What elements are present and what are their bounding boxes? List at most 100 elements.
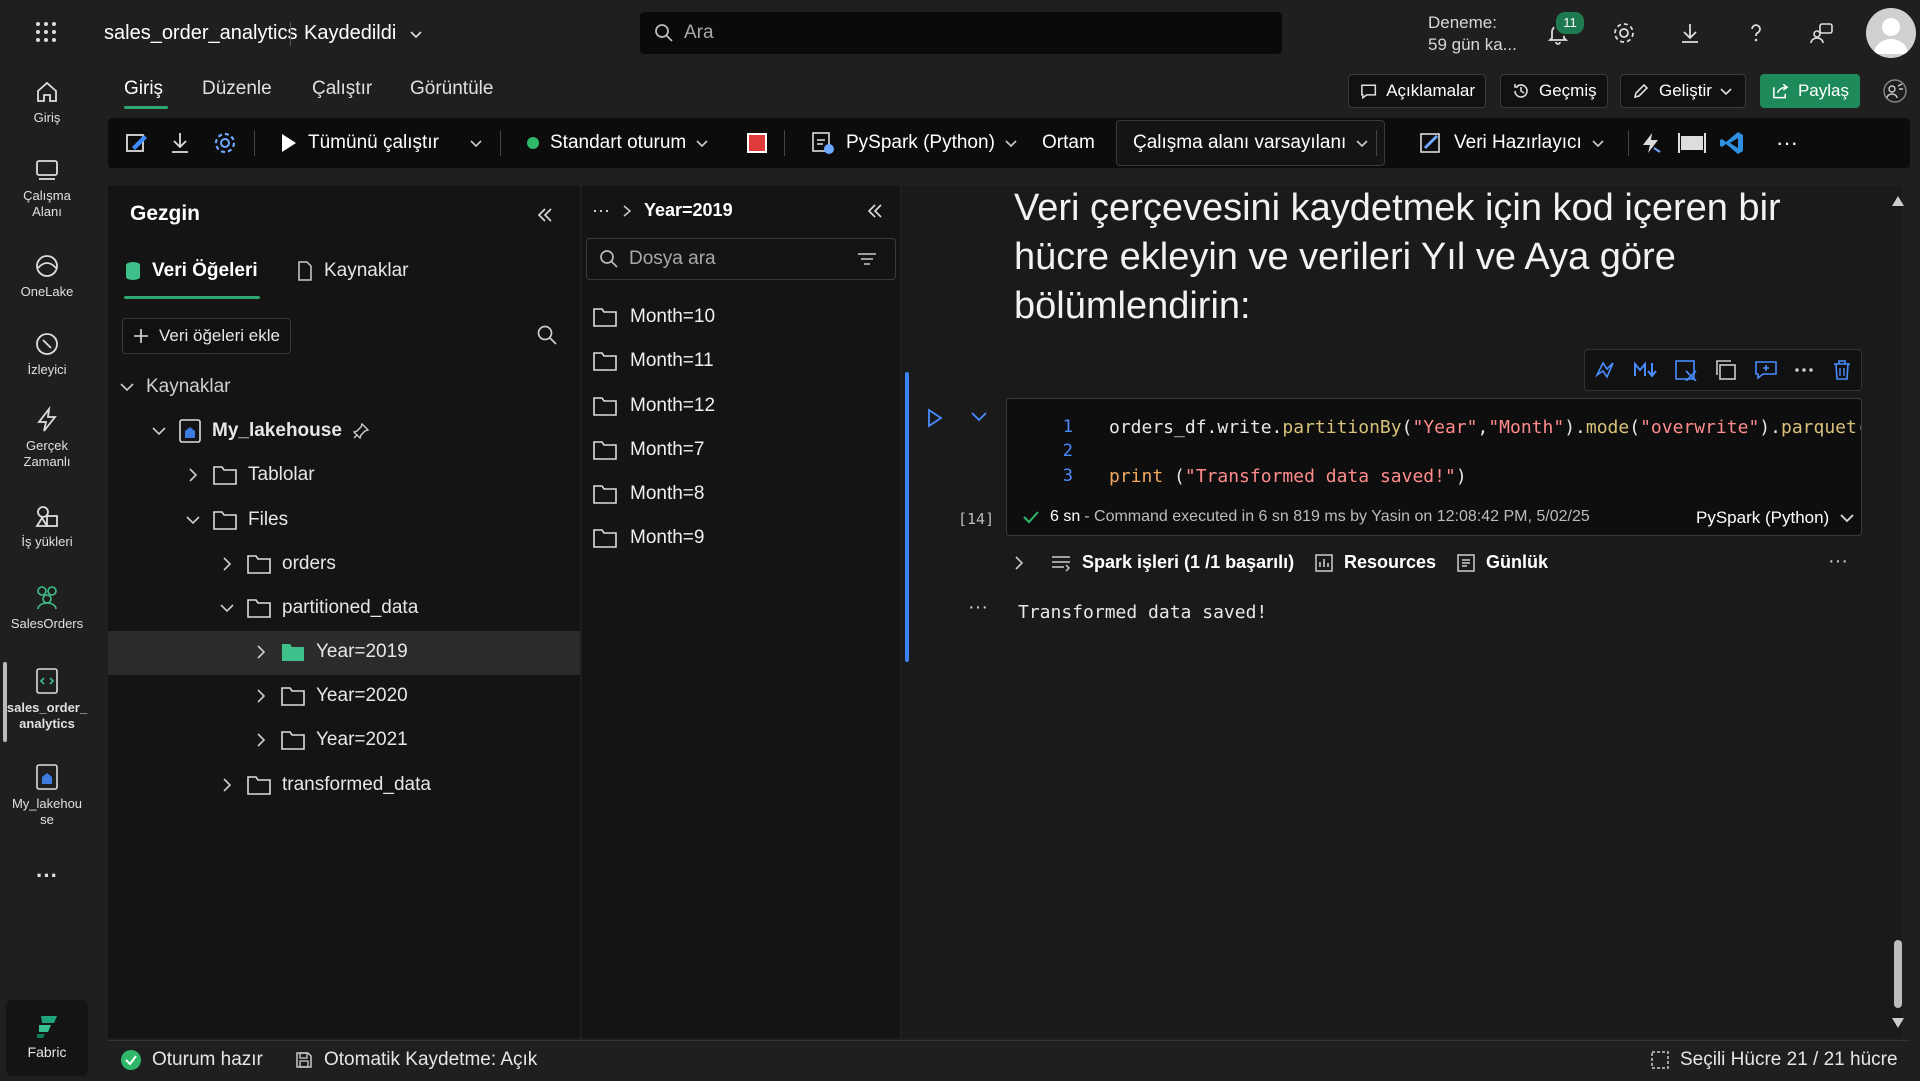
tree-orders[interactable]: orders (218, 553, 336, 575)
line-number: 2 (1062, 441, 1073, 461)
tree-transformed-data[interactable]: transformed_data (218, 774, 431, 796)
tree-my-lakehouse[interactable]: My_lakehouse (150, 418, 370, 444)
download-icon[interactable] (168, 118, 192, 168)
add-comment-icon[interactable] (1754, 359, 1778, 381)
tree-year-2019[interactable]: Year=2019 (252, 641, 408, 663)
run-options-chevron-icon[interactable] (970, 410, 988, 424)
markdown-icon[interactable] (1633, 359, 1659, 381)
user-avatar[interactable] (1866, 8, 1916, 58)
develop-button[interactable]: Geliştir (1620, 74, 1746, 108)
run-cell-button[interactable] (926, 408, 944, 428)
app-launcher-icon[interactable] (34, 20, 58, 44)
help-icon[interactable] (1742, 19, 1770, 47)
add-data-items-button[interactable]: Veri öğeleri ekle (122, 318, 291, 354)
log-tab[interactable]: Günlük (1456, 552, 1548, 573)
rail-workspace[interactable]: Çalışma Alanı (0, 156, 94, 220)
breadcrumb-current[interactable]: Year=2019 (644, 200, 733, 221)
pin-icon[interactable] (352, 422, 370, 440)
session-dropdown[interactable]: Standart oturum (526, 118, 708, 168)
tree-year-2021[interactable]: Year=2021 (252, 729, 408, 751)
tree-year-2020[interactable]: Year=2020 (252, 685, 408, 707)
comments-button[interactable]: Açıklamalar (1348, 74, 1486, 108)
file-search-input[interactable]: Dosya ara (586, 238, 896, 280)
output-more-button[interactable]: ··· (1828, 550, 1848, 573)
tree-partitioned-data[interactable]: partitioned_data (218, 597, 418, 619)
copilot-icon[interactable] (1882, 78, 1908, 104)
save-state-dropdown[interactable]: Kaydedildi (304, 22, 422, 45)
folder-month-9[interactable]: Month=9 (592, 527, 704, 549)
autosave-status[interactable]: Otomatik Kaydetme: Açık (294, 1049, 537, 1071)
rail-salesorders[interactable]: SalesOrders (0, 582, 94, 632)
stop-session-button[interactable] (746, 118, 768, 168)
feedback-icon[interactable] (1808, 19, 1836, 47)
notebook-title[interactable]: sales_order_analytics (104, 22, 297, 45)
rail-onelake[interactable]: OneLake (0, 252, 94, 300)
run-all-dropdown[interactable] (470, 118, 482, 168)
tab-data-items-label: Veri Öğeleri (152, 260, 258, 281)
copy-icon[interactable] (1714, 359, 1738, 381)
section-resources[interactable]: Kaynaklar (118, 376, 231, 398)
data-wrangler-dropdown[interactable]: Veri Hazırlayıcı (1418, 118, 1604, 168)
run-all-button[interactable]: Tümünü çalıştır (280, 118, 439, 168)
tree-files[interactable]: Files (184, 509, 288, 531)
chevron-right-icon (257, 689, 266, 703)
copilot-lightning-icon[interactable] (1638, 118, 1664, 168)
notebook-scrollbar[interactable] (1890, 186, 1906, 1038)
workspace-people-icon (37, 586, 57, 610)
collapse-file-pane-icon[interactable] (866, 202, 884, 220)
global-search[interactable]: Ara (640, 12, 1282, 54)
resources-tab[interactable]: Resources (1314, 552, 1436, 573)
search-icon[interactable] (536, 324, 558, 346)
tab-view[interactable]: Görüntüle (410, 78, 493, 100)
chevron-down-icon (220, 604, 234, 613)
cell-language-dropdown[interactable]: PySpark (Python) (1696, 508, 1855, 528)
rail-realtime[interactable]: Gerçek Zamanlı (0, 406, 94, 470)
clear-output-icon[interactable] (1674, 359, 1698, 381)
filter-icon[interactable] (857, 251, 877, 267)
breadcrumb-more-button[interactable]: ··· (592, 200, 610, 221)
tab-edit[interactable]: Düzenle (202, 78, 272, 100)
rail-workloads[interactable]: İş yükleri (0, 502, 94, 550)
lakehouse-name: My_lakehouse (212, 420, 342, 441)
rail-sales-order-analytics[interactable]: sales_order_ analytics (0, 666, 94, 732)
rail-more-button[interactable]: ··· (0, 865, 94, 887)
trial-status[interactable]: Deneme: 59 gün ka... (1428, 12, 1517, 56)
toolbar-more-button[interactable]: ··· (1776, 118, 1798, 168)
folder-month-11[interactable]: Month=11 (592, 350, 714, 372)
rail-monitor[interactable]: İzleyici (0, 330, 94, 378)
tab-home[interactable]: Giriş (124, 78, 163, 100)
output-options-button[interactable]: ··· (968, 596, 988, 619)
language-dropdown[interactable]: PySpark (Python) (810, 118, 1017, 168)
rail-my-lakehouse[interactable]: My_lakehou se (0, 762, 94, 828)
folder-month-10[interactable]: Month=10 (592, 306, 715, 328)
markdown-cell-text[interactable]: Veri çerçevesini kaydetmek için kod içer… (1014, 184, 1834, 331)
folder-month-7[interactable]: Month=7 (592, 439, 704, 461)
collapse-explorer-icon[interactable] (536, 206, 554, 224)
chevron-down-icon (1592, 140, 1604, 148)
chevron-right-icon (623, 204, 632, 217)
chevron-down-icon (152, 427, 166, 436)
tab-data-items[interactable]: Veri Öğeleri (124, 260, 258, 282)
history-button[interactable]: Geçmiş (1500, 74, 1608, 108)
rail-home[interactable]: Giriş (0, 78, 94, 126)
folder-month-12[interactable]: Month=12 (592, 395, 715, 417)
gear-icon[interactable] (1610, 19, 1638, 47)
tab-run[interactable]: Çalıştır (312, 78, 372, 100)
settings-gear-icon[interactable] (212, 118, 238, 168)
code-token: "overwrite" (1640, 417, 1760, 438)
folder-month-8[interactable]: Month=8 (592, 483, 704, 505)
fabric-switcher[interactable]: Fabric (6, 1000, 88, 1076)
download-icon[interactable] (1676, 19, 1704, 47)
fullscreen-icon[interactable] (1678, 118, 1706, 168)
share-button[interactable]: Paylaş (1760, 74, 1860, 108)
environment-dropdown[interactable]: Çalışma alanı varsayılanı (1116, 120, 1386, 166)
edit-notebook-icon[interactable] (124, 118, 150, 168)
tree-tables[interactable]: Tablolar (184, 464, 315, 486)
spark-jobs-toggle[interactable]: Spark işleri (1 /1 başarılı) (1012, 552, 1294, 573)
more-options-icon[interactable] (1793, 359, 1815, 381)
copilot-icon[interactable] (1593, 359, 1617, 381)
tab-resources[interactable]: Kaynaklar (296, 260, 409, 282)
vscode-icon[interactable] (1718, 118, 1746, 168)
delete-icon[interactable] (1831, 359, 1853, 381)
section-resources-label: Kaynaklar (146, 376, 231, 397)
